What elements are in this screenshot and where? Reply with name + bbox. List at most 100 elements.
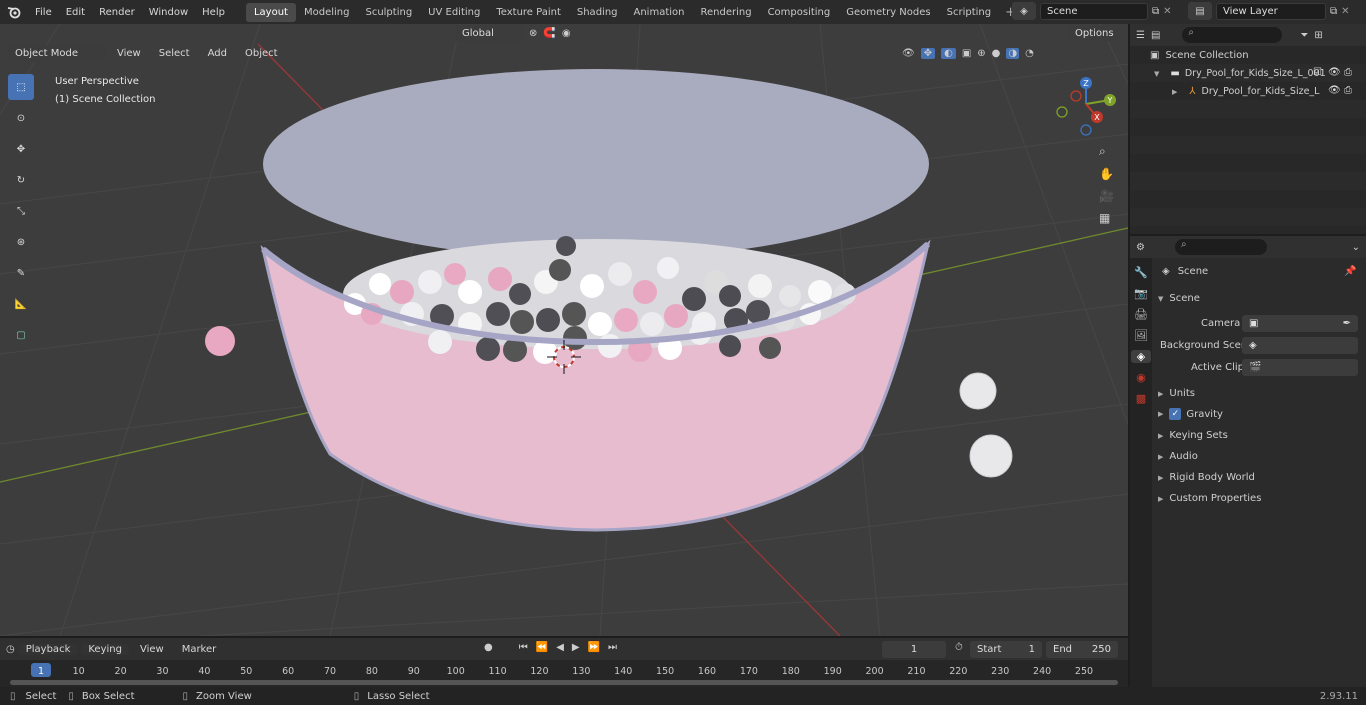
outliner-display-mode-icon[interactable]: ▤ — [1151, 30, 1160, 41]
jump-end-icon[interactable]: ⏭ — [608, 642, 617, 653]
tab-layout[interactable]: Layout — [245, 2, 296, 22]
menu-window[interactable]: Window — [142, 7, 195, 18]
transform-orientation-dropdown[interactable]: Global — [455, 25, 523, 42]
render-tab-icon[interactable]: 📷 — [1134, 287, 1148, 300]
object-mode-dropdown[interactable]: Object Mode — [8, 45, 106, 62]
scale-tool-icon[interactable]: ⤡ — [8, 198, 34, 224]
pin-icon[interactable]: 📌 — [1344, 266, 1356, 277]
rotate-tool-icon[interactable]: ↻ — [8, 167, 34, 193]
jump-start-icon[interactable]: ⏮ — [519, 642, 528, 653]
world-tab-icon[interactable]: ◉ — [1136, 371, 1146, 384]
view-layer-tab-icon[interactable]: 🖼 — [1134, 329, 1148, 342]
rigid-body-world-panel[interactable]: ▶ Rigid Body World — [1158, 472, 1255, 483]
current-frame-field[interactable]: 1 — [882, 641, 946, 658]
scene-field[interactable]: Scene — [1040, 2, 1148, 20]
ortho-grid-icon[interactable]: ▦ — [1099, 211, 1114, 225]
outliner-item-object[interactable]: Dry_Pool_for_Kids_Size_L — [1202, 86, 1320, 97]
measure-tool-icon[interactable]: 📐 — [8, 291, 34, 317]
3d-viewport[interactable]: Object Mode View Select Add Object Globa… — [0, 24, 1128, 636]
background-scene-field[interactable]: ◈ — [1242, 337, 1358, 354]
zoom-icon[interactable]: ⌕ — [1099, 144, 1114, 159]
camera-field[interactable]: ▣ ✒ — [1242, 315, 1358, 332]
gravity-panel[interactable]: ▶ ✓ Gravity — [1158, 408, 1223, 420]
overlay-icon[interactable]: ◐ — [941, 48, 956, 59]
scene-panel-header[interactable]: ▼ Scene — [1158, 293, 1200, 304]
new-collection-icon[interactable]: ⊞ — [1314, 30, 1322, 41]
units-panel[interactable]: ▶ Units — [1158, 388, 1195, 399]
menu-help[interactable]: Help — [195, 7, 232, 18]
tool-tab-icon[interactable]: 🔧 — [1134, 266, 1148, 279]
shading-rendered-icon[interactable]: ◔ — [1025, 48, 1034, 59]
output-tab-icon[interactable]: 🖨 — [1134, 308, 1148, 321]
timeline-editor-type-icon[interactable]: ◷ — [6, 644, 15, 655]
tab-animation[interactable]: Animation — [626, 3, 693, 22]
viewport-menu-view[interactable]: View — [110, 48, 148, 59]
viewport-menu-add[interactable]: Add — [201, 48, 234, 59]
pan-hand-icon[interactable]: ✋ — [1099, 167, 1114, 181]
view-layer-field[interactable]: View Layer — [1216, 2, 1326, 20]
tab-sculpting[interactable]: Sculpting — [357, 3, 420, 22]
outliner-editor-type-icon[interactable]: ☰ — [1136, 30, 1145, 41]
tab-geometry-nodes[interactable]: Geometry Nodes — [838, 3, 938, 22]
snap-icon[interactable]: 🧲 — [543, 28, 555, 39]
transform-tool-icon[interactable]: ⊛ — [8, 229, 34, 255]
properties-options-icon[interactable]: ⌄ — [1352, 242, 1360, 253]
xray-icon[interactable]: ▣ — [962, 48, 971, 59]
proportional-edit-icon[interactable]: ◉ — [562, 28, 571, 39]
play-reverse-icon[interactable]: ◀ — [556, 642, 564, 653]
viewport-menu-object[interactable]: Object — [238, 48, 285, 59]
render-camera-icon[interactable]: ⎙ — [1344, 85, 1352, 96]
blender-logo-icon[interactable] — [0, 5, 28, 19]
menu-edit[interactable]: Edit — [59, 7, 92, 18]
next-keyframe-icon[interactable]: ⏩ — [588, 642, 600, 653]
viewport-menu-select[interactable]: Select — [152, 48, 197, 59]
stopwatch-icon[interactable]: ⏱ — [955, 642, 963, 653]
collection-checkbox-icon[interactable]: ☑ — [1313, 67, 1322, 78]
new-view-layer-icon[interactable]: ⧉ — [1330, 6, 1337, 17]
timeline-menu-view[interactable]: View — [133, 644, 171, 655]
shading-solid-icon[interactable]: ● — [992, 48, 1001, 59]
shading-material-icon[interactable]: ◑ — [1006, 48, 1020, 59]
texture-tab-icon[interactable]: ▩ — [1136, 392, 1146, 405]
add-cube-tool-icon[interactable]: ▢ — [8, 322, 34, 348]
select-tool-icon[interactable]: ⬚ — [8, 74, 34, 100]
navigation-gizmo[interactable]: Z Y X — [1052, 72, 1122, 142]
timeline-scrollbar[interactable] — [10, 680, 1118, 685]
annotate-tool-icon[interactable]: ✎ — [8, 260, 34, 286]
cursor-tool-icon[interactable]: ⊙ — [8, 105, 34, 131]
properties-search-input[interactable]: ⌕ — [1174, 239, 1267, 255]
tab-modeling[interactable]: Modeling — [296, 3, 358, 22]
prev-keyframe-icon[interactable]: ⏪ — [536, 642, 548, 653]
tab-uv-editing[interactable]: UV Editing — [420, 3, 488, 22]
filter-icon[interactable]: ⏷ — [1300, 30, 1308, 41]
timeline-menu-keying[interactable]: Keying — [81, 643, 129, 655]
outliner-item-collection[interactable]: Dry_Pool_for_Kids_Size_L_001 — [1185, 68, 1326, 79]
audio-panel[interactable]: ▶ Audio — [1158, 451, 1198, 462]
properties-editor-type-icon[interactable]: ⚙ — [1136, 242, 1145, 253]
tab-rendering[interactable]: Rendering — [692, 3, 759, 22]
custom-properties-panel[interactable]: ▶ Custom Properties — [1158, 493, 1261, 504]
scene-selector-icon[interactable]: ◈ — [1012, 2, 1036, 20]
delete-view-layer-icon[interactable]: ✕ — [1341, 6, 1349, 17]
outliner-root[interactable]: Scene Collection — [1165, 50, 1248, 61]
camera-view-icon[interactable]: 🎥 — [1099, 189, 1114, 203]
outliner-search-input[interactable]: ⌕ — [1182, 27, 1283, 43]
render-camera-icon[interactable]: ⎙ — [1344, 67, 1352, 78]
eye-icon[interactable]: 👁 — [1328, 67, 1341, 78]
shading-wireframe-icon[interactable]: ⊕ — [977, 48, 985, 59]
record-icon[interactable]: ● — [484, 642, 493, 653]
end-frame-field[interactable]: End 250 — [1046, 641, 1118, 658]
move-tool-icon[interactable]: ✥ — [8, 136, 34, 162]
expand-icon[interactable]: ▶ — [1172, 88, 1177, 96]
play-icon[interactable]: ▶ — [572, 642, 580, 653]
delete-scene-icon[interactable]: ✕ — [1163, 6, 1171, 17]
tab-texture-paint[interactable]: Texture Paint — [488, 3, 569, 22]
gravity-checkbox[interactable]: ✓ — [1169, 408, 1182, 420]
menu-file[interactable]: File — [28, 7, 59, 18]
new-scene-icon[interactable]: ⧉ — [1152, 6, 1159, 17]
tab-compositing[interactable]: Compositing — [760, 3, 839, 22]
tab-shading[interactable]: Shading — [569, 3, 626, 22]
keying-sets-panel[interactable]: ▶ Keying Sets — [1158, 430, 1228, 441]
view-layer-icon[interactable]: ▤ — [1188, 2, 1212, 20]
pivot-point-icon[interactable]: ⊗ — [529, 28, 537, 39]
